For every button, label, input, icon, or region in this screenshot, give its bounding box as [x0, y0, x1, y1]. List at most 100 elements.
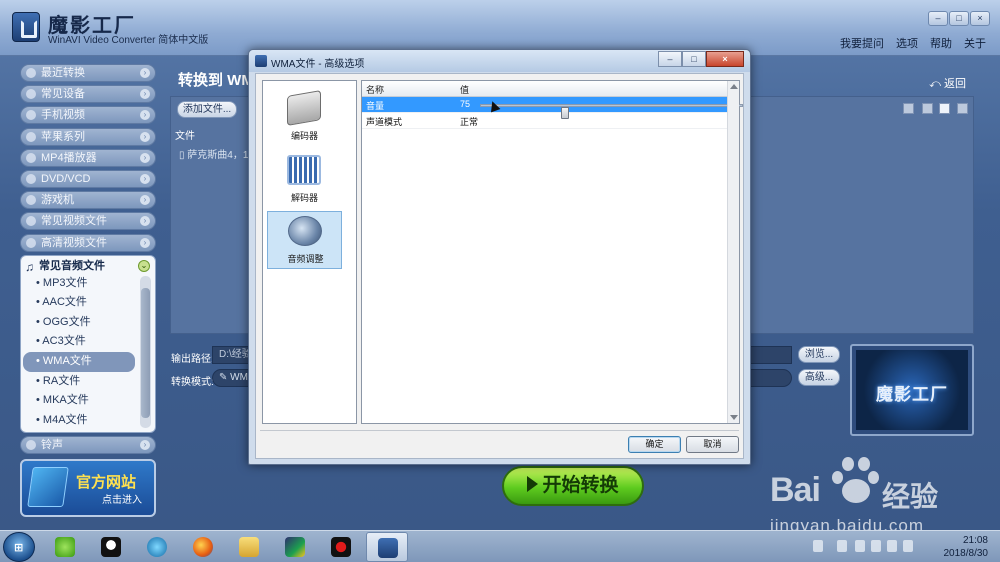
grid-row-channel-mode[interactable]: 声道模式 正常	[362, 113, 739, 129]
file-row[interactable]: ▯ 萨克斯曲4，1	[179, 146, 248, 161]
sidebar-item-hd-video[interactable]: 高清视频文件 ›	[20, 233, 156, 252]
dialog-title: WMA文件 - 高级选项	[271, 59, 365, 70]
divider	[260, 430, 739, 431]
option-audio-adjust[interactable]: 音频调整	[267, 211, 342, 269]
taskbar-explorer[interactable]	[228, 532, 270, 562]
volume-value: 75	[460, 99, 471, 109]
format-aac[interactable]: • AAC文件	[21, 293, 133, 313]
battery-icon[interactable]	[855, 540, 865, 552]
encoder-icon	[287, 90, 321, 126]
format-wma[interactable]: • WMA文件	[23, 352, 135, 372]
sidebar-item-game[interactable]: 游戏机 ›	[20, 191, 156, 210]
menu-about[interactable]: 关于	[964, 35, 986, 51]
windows-start-button[interactable]: ⊞	[3, 532, 35, 562]
taskbar-firefox[interactable]	[182, 532, 224, 562]
scrollbar-thumb[interactable]	[141, 287, 150, 418]
property-grid: 名称 值 音量 75 声道模式 正常	[361, 80, 743, 424]
sidebar-item-dvd[interactable]: DVD/VCD ›	[20, 169, 156, 188]
grid-scrollbar[interactable]	[727, 81, 739, 423]
volume-slider[interactable]	[480, 104, 743, 119]
chevron-right-icon: ›	[140, 195, 150, 206]
logo-icon	[12, 12, 40, 42]
sidebar-item-devices[interactable]: 常见设备 ›	[20, 85, 156, 104]
phone-icon	[26, 110, 36, 121]
keyboard-icon[interactable]	[813, 540, 823, 552]
start-convert-button[interactable]: 开始转换	[502, 466, 644, 506]
taskbar-360[interactable]	[44, 532, 86, 562]
clock-date[interactable]: 2018/8/30	[944, 548, 989, 559]
cancel-button[interactable]: 取消	[686, 436, 739, 453]
system-tray: 21:08 2018/8/30	[813, 534, 988, 560]
option-encoder[interactable]: 编码器	[267, 89, 342, 147]
official-site-banner[interactable]: 官方网站 点击进入	[20, 459, 156, 517]
return-icon: ⤺	[929, 78, 944, 90]
col-value-header: 值	[460, 85, 470, 95]
format-scrollbar[interactable]	[140, 275, 151, 428]
taskbar-qq[interactable]	[90, 532, 132, 562]
watermark-brand: Bai	[770, 471, 821, 509]
video-editor-icon	[285, 537, 305, 557]
volume-icon[interactable]	[871, 540, 881, 552]
browse-button[interactable]: 浏览...	[798, 346, 840, 363]
action-center-icon[interactable]	[903, 540, 913, 552]
chevron-right-icon: ›	[140, 439, 150, 450]
scroll-down-icon[interactable]	[730, 415, 738, 420]
dialog-maximize-button[interactable]: □	[682, 51, 706, 67]
windows-logo-icon: ⊞	[14, 542, 24, 554]
option-decoder[interactable]: 解码器	[267, 151, 342, 209]
chevron-down-icon[interactable]: ⌄	[138, 259, 150, 272]
format-ogg[interactable]: • OGG文件	[21, 313, 133, 333]
minimize-button[interactable]: –	[928, 11, 948, 26]
network-icon[interactable]	[887, 540, 897, 552]
taskbar-media[interactable]	[136, 532, 178, 562]
sidebar-item-ringtone[interactable]: 铃声 ›	[20, 435, 156, 454]
sidebar-item-mp4[interactable]: MP4播放器 ›	[20, 148, 156, 167]
mouse-cursor-icon	[487, 99, 501, 113]
preview-logo: 魔影工厂	[850, 344, 974, 436]
winavi-icon	[378, 538, 398, 558]
advanced-button[interactable]: 高级...	[798, 369, 840, 386]
taskbar: ⊞ 21:08 2018/8/30	[0, 530, 1000, 562]
ok-button[interactable]: 确定	[628, 436, 681, 453]
taskbar-recorder[interactable]	[320, 532, 362, 562]
format-mp3[interactable]: • MP3文件	[21, 274, 133, 294]
dialog-titlebar[interactable]: WMA文件 - 高级选项 – □ ×	[249, 50, 750, 72]
chevron-right-icon: ›	[140, 89, 150, 100]
show-hidden-icon[interactable]	[837, 540, 847, 552]
channel-mode-value: 正常	[460, 117, 479, 127]
menu-options[interactable]: 选项	[896, 35, 918, 51]
format-mka[interactable]: • MKA文件	[21, 391, 133, 411]
banner-title: 官方网站	[76, 474, 137, 491]
clear-icon[interactable]	[922, 103, 933, 114]
scroll-up-icon[interactable]	[730, 84, 738, 89]
taskbar-video-editor[interactable]	[274, 532, 316, 562]
taskbar-winavi[interactable]	[366, 532, 408, 562]
remove-icon[interactable]	[903, 103, 914, 114]
clock-icon	[26, 68, 36, 78]
add-file-button[interactable]: 添加文件...	[177, 101, 237, 118]
maximize-button[interactable]: □	[949, 11, 969, 26]
add-icon[interactable]	[939, 103, 950, 114]
menu-help[interactable]: 帮助	[930, 35, 952, 51]
chevron-right-icon: ›	[140, 131, 150, 142]
pencil-icon: ✎	[219, 372, 231, 383]
sidebar-item-video[interactable]: 常见视频文件 ›	[20, 212, 156, 231]
menu-ask[interactable]: 我要提问	[840, 35, 884, 51]
format-m4a[interactable]: • M4A文件	[21, 411, 133, 431]
sidebar-item-phone[interactable]: 手机视频 ›	[20, 106, 156, 125]
sidebar-item-apple[interactable]: 苹果系列 ›	[20, 127, 156, 146]
sidebar-item-recent[interactable]: 最近转换 ›	[20, 64, 156, 82]
close-button[interactable]: ×	[970, 11, 990, 26]
sidebar-item-audio[interactable]: ♫ 常见音频文件 ⌄	[21, 258, 155, 274]
bell-icon	[26, 439, 36, 450]
settings-icon[interactable]	[957, 103, 968, 114]
dialog-minimize-button[interactable]: –	[658, 51, 682, 67]
format-ac3[interactable]: • AC3文件	[21, 332, 133, 352]
clock-time[interactable]: 21:08	[963, 535, 988, 546]
return-link[interactable]: ⤺ 返回	[929, 75, 966, 91]
dialog-close-button[interactable]: ×	[706, 51, 744, 67]
format-ra[interactable]: • RA文件	[21, 372, 133, 392]
app-subtitle: WinAVI Video Converter 简体中文版	[48, 35, 209, 46]
advanced-options-dialog: WMA文件 - 高级选项 – □ × 编码器 解码器 音频调整 名称 值 音量 …	[248, 49, 751, 465]
grid-row-volume[interactable]: 音量 75	[362, 97, 743, 119]
